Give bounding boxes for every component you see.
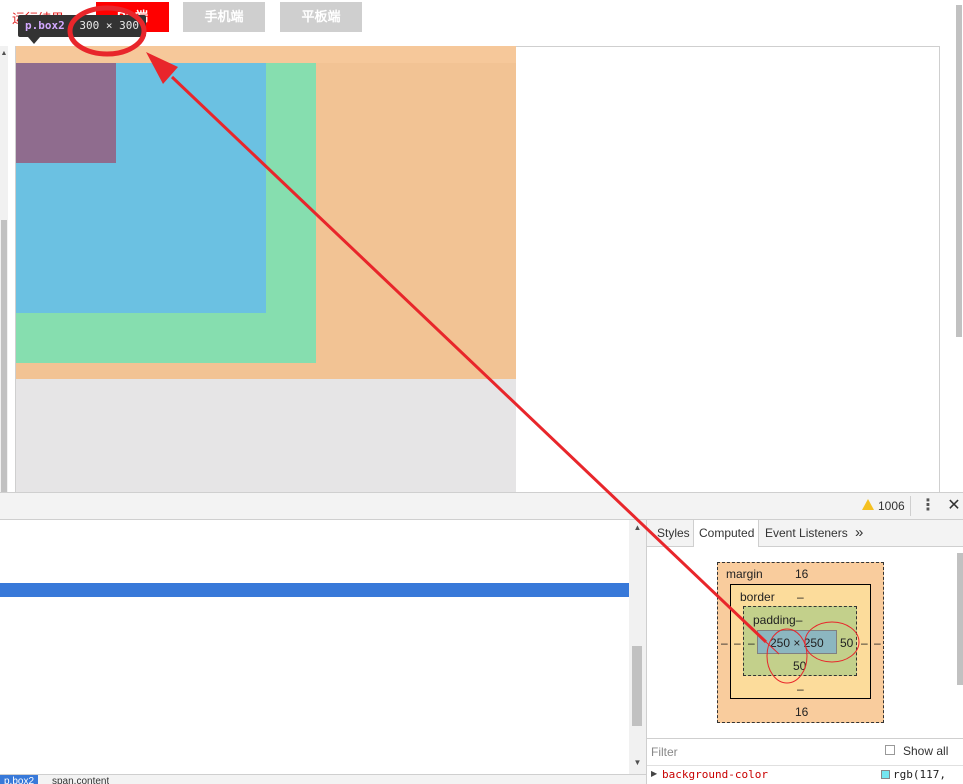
border-top-value[interactable]: – bbox=[797, 590, 804, 604]
content-size-value[interactable]: 250 × 250 bbox=[770, 636, 824, 650]
elements-panel bbox=[0, 520, 646, 774]
scroll-up-icon[interactable]: ▲ bbox=[0, 50, 8, 57]
preview-scrollbar-thumb[interactable] bbox=[1, 220, 7, 492]
tooltip-element-name: p.box2 bbox=[25, 19, 65, 32]
sidebar-scrollbar-thumb[interactable] bbox=[957, 553, 963, 685]
box1-element[interactable] bbox=[16, 63, 116, 163]
margin-label: margin bbox=[726, 567, 763, 581]
border-left-value[interactable]: – bbox=[734, 636, 741, 650]
warning-count[interactable]: 1006 bbox=[878, 499, 905, 513]
show-all-label[interactable]: Show all bbox=[903, 744, 948, 758]
tab-styles[interactable]: Styles bbox=[652, 520, 695, 547]
more-tabs-icon[interactable]: » bbox=[855, 520, 863, 547]
tab-computed[interactable]: Computed bbox=[693, 520, 759, 547]
border-bottom-value[interactable]: – bbox=[797, 682, 804, 696]
tab-mobile[interactable]: 手机端 bbox=[183, 2, 265, 32]
warning-icon[interactable] bbox=[862, 499, 874, 510]
element-tooltip: p.box2 | 300 × 300 bbox=[18, 15, 146, 37]
tab-tablet[interactable]: 平板端 bbox=[280, 2, 362, 32]
elements-scrollbar-thumb[interactable] bbox=[632, 646, 642, 726]
computed-property-value[interactable]: rgb(117, bbox=[893, 768, 946, 781]
border-right-value[interactable]: – bbox=[861, 636, 868, 650]
scroll-up-icon[interactable]: ▲ bbox=[629, 523, 646, 532]
expand-arrow-icon[interactable]: ▶ bbox=[651, 769, 657, 778]
page-body-area bbox=[16, 379, 516, 492]
margin-bottom-value[interactable]: 16 bbox=[795, 705, 808, 719]
breadcrumb-item[interactable]: span.content bbox=[52, 775, 109, 784]
computed-property-name[interactable]: background-color bbox=[662, 768, 768, 781]
tooltip-size: 300 × 300 bbox=[79, 19, 139, 32]
margin-left-value[interactable]: – bbox=[721, 636, 728, 650]
devtools-toolbar bbox=[0, 492, 963, 520]
close-icon[interactable]: ✕ bbox=[946, 496, 962, 516]
kebab-icon[interactable]: ⋮ bbox=[920, 497, 936, 515]
border-label: border bbox=[740, 590, 775, 604]
breadcrumb-item-selected[interactable]: p.box2 bbox=[0, 775, 39, 784]
show-all-checkbox[interactable] bbox=[885, 745, 895, 755]
selected-dom-node[interactable] bbox=[0, 583, 629, 597]
scroll-down-icon[interactable]: ▼ bbox=[629, 758, 646, 767]
tooltip-separator: | bbox=[68, 19, 76, 32]
padding-right-value[interactable]: 50 bbox=[840, 636, 853, 650]
padding-bottom-value[interactable]: 50 bbox=[793, 659, 806, 673]
margin-top-value[interactable]: 16 bbox=[795, 567, 808, 581]
tooltip-arrow-icon bbox=[28, 37, 40, 44]
toolbar-divider bbox=[910, 496, 911, 516]
padding-label: padding– bbox=[753, 613, 803, 627]
padding-left-value[interactable]: – bbox=[748, 636, 755, 650]
margin-right-value[interactable]: – bbox=[874, 636, 881, 650]
margin-highlight bbox=[16, 46, 516, 63]
tab-event-listeners[interactable]: Event Listeners bbox=[760, 520, 853, 547]
filter-input[interactable]: Filter bbox=[651, 745, 678, 759]
page-scrollbar-thumb[interactable] bbox=[956, 5, 962, 337]
color-swatch[interactable] bbox=[881, 770, 890, 779]
